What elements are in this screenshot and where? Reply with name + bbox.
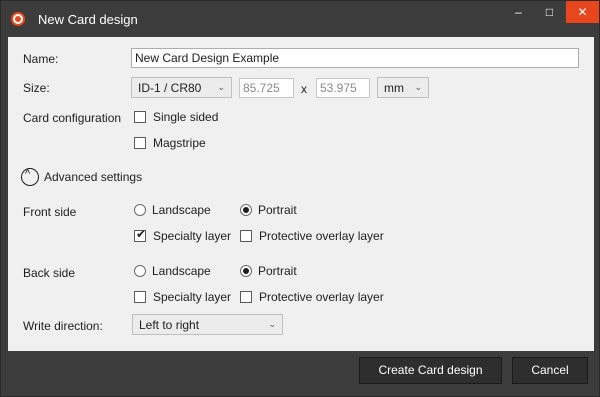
unit-select[interactable]: mm ⌄ — [377, 77, 429, 98]
back-landscape-label: Landscape — [152, 264, 211, 278]
write-direction-value: Left to right — [139, 318, 200, 332]
front-portrait-radio[interactable] — [240, 204, 252, 216]
magstripe-checkbox[interactable] — [134, 137, 146, 149]
radio-selected-dot — [243, 207, 249, 213]
write-direction-label: Write direction: — [23, 319, 103, 333]
front-side-label: Front side — [23, 205, 77, 219]
back-protective-label: Protective overlay layer — [259, 290, 384, 304]
back-portrait-label: Portrait — [258, 264, 297, 278]
window-title: New Card design — [38, 12, 138, 27]
chevron-down-icon: ⌄ — [268, 319, 276, 329]
magstripe-label: Magstripe — [153, 136, 206, 150]
minimize-button[interactable]: – — [505, 1, 532, 23]
back-protective-checkbox[interactable] — [240, 291, 252, 303]
card-config-label: Card configuration — [23, 111, 122, 125]
checkmark-icon: ✔ — [136, 227, 147, 241]
front-landscape-label: Landscape — [152, 203, 211, 217]
chevron-up-icon: ^ — [25, 168, 31, 180]
size-select-value: ID-1 / CR80 — [138, 81, 202, 95]
chevron-down-icon: ⌄ — [217, 82, 225, 92]
size-label: Size: — [23, 81, 50, 95]
write-direction-select[interactable]: Left to right ⌄ — [132, 314, 283, 335]
dialog-window: New Card design – □ ✕ Name: New Card Des… — [0, 0, 600, 397]
advanced-settings-label[interactable]: Advanced settings — [44, 170, 142, 184]
maximize-button[interactable]: □ — [536, 1, 563, 23]
card-height-input[interactable]: 53.975 — [316, 78, 370, 98]
front-protective-label: Protective overlay layer — [259, 229, 384, 243]
back-specialty-checkbox[interactable] — [134, 291, 146, 303]
chevron-down-icon: ⌄ — [414, 82, 422, 92]
close-button[interactable]: ✕ — [566, 1, 599, 23]
back-landscape-radio[interactable] — [134, 265, 146, 277]
single-sided-label: Single sided — [153, 110, 219, 124]
front-portrait-label: Portrait — [258, 203, 297, 217]
back-specialty-label: Specialty layer — [153, 290, 232, 304]
size-select[interactable]: ID-1 / CR80 ⌄ — [131, 77, 232, 98]
single-sided-checkbox[interactable] — [134, 111, 146, 123]
front-specialty-checkbox[interactable]: ✔ — [134, 227, 147, 242]
back-portrait-radio[interactable] — [240, 265, 252, 277]
front-landscape-radio[interactable] — [134, 204, 146, 216]
card-width-input[interactable]: 85.725 — [239, 78, 294, 98]
times-label: x — [301, 82, 307, 96]
form-panel: Name: New Card Design Example Size: ID-1… — [8, 37, 594, 351]
front-protective-checkbox[interactable] — [240, 230, 252, 242]
front-specialty-label: Specialty layer — [153, 229, 232, 243]
cancel-button[interactable]: Cancel — [512, 357, 588, 384]
name-label: Name: — [23, 52, 59, 66]
collapse-advanced-button[interactable]: ^ — [21, 168, 39, 186]
unit-select-value: mm — [384, 81, 404, 95]
dialog-footer: Create Card design Cancel — [1, 351, 599, 396]
radio-selected-dot — [243, 268, 249, 274]
title-bar[interactable]: New Card design – □ ✕ — [1, 1, 599, 37]
app-logo-icon — [11, 12, 25, 26]
back-side-label: Back side — [23, 266, 76, 280]
create-card-design-button[interactable]: Create Card design — [359, 357, 502, 384]
name-input[interactable]: New Card Design Example — [131, 48, 579, 68]
